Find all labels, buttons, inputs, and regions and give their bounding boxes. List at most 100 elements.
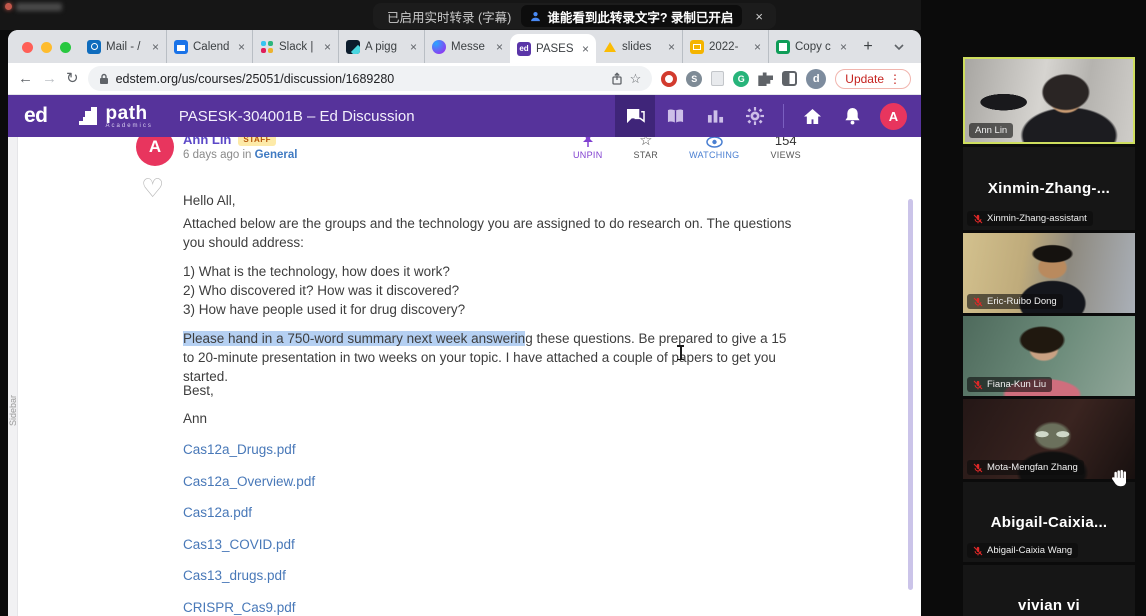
muted-mic-icon <box>973 463 983 473</box>
participant-tile-xinmin[interactable]: Xinmin-Zhang-... Xinmin-Zhang-assistant <box>963 147 1135 230</box>
sidebar-label: Sidebar <box>8 395 18 426</box>
slack-icon <box>260 40 274 54</box>
tab-slides-drive[interactable]: slides × <box>596 30 682 63</box>
attachment-link[interactable]: CRISPR_Cas9.pdf <box>183 598 795 616</box>
participant-tile-ann-lin[interactable]: Ann Lin <box>963 57 1135 144</box>
lessons-book-icon[interactable] <box>655 95 695 137</box>
instructions-paragraph: Please hand in a 750-word summary next w… <box>183 329 795 386</box>
update-button[interactable]: Update ⋮ <box>835 69 911 89</box>
close-icon[interactable]: × <box>840 40 847 54</box>
participant-tile-vivian[interactable]: vivian vi <box>963 565 1135 616</box>
close-icon[interactable]: × <box>752 9 766 24</box>
menu-dots-icon[interactable]: ⋮ <box>889 72 901 86</box>
attachment-link[interactable]: Cas13_COVID.pdf <box>183 535 795 554</box>
question-list: 1) What is the technology, how does it w… <box>183 262 795 319</box>
greeting-text: Hello All, <box>183 191 795 210</box>
participant-tile-mota[interactable]: Mota-Mengfan Zhang <box>963 399 1135 479</box>
extension-halftone-icon[interactable] <box>782 71 797 86</box>
name-label: Eric-Ruibo Dong <box>967 294 1063 309</box>
caption-message-text: 谁能看到此转录文字? 录制已开启 <box>547 7 733 26</box>
ed-header: ed path Academics PASESK-304001B – Ed Di… <box>8 95 921 137</box>
extension-s-icon[interactable]: S <box>686 71 702 87</box>
close-icon[interactable]: × <box>754 40 761 54</box>
page-scrollbar[interactable] <box>908 199 913 590</box>
discussion-icon[interactable] <box>615 95 655 137</box>
extension-red-icon[interactable] <box>661 71 677 87</box>
close-icon[interactable]: × <box>496 40 503 54</box>
browser-toolbar: ← → ↻ edstem.org/us/courses/25051/discus… <box>8 63 921 95</box>
browser-window: Mail - / × Calend × Slack | × A pigg × M… <box>8 30 921 616</box>
home-icon[interactable] <box>792 95 832 137</box>
close-icon[interactable]: × <box>410 40 417 54</box>
closing-text: Best, <box>183 381 795 400</box>
stairs-icon <box>76 104 100 128</box>
participant-tile-fiana[interactable]: Fiana-Kun Liu <box>963 316 1135 396</box>
ed-nav-icons: A <box>615 95 921 137</box>
google-slides-icon <box>690 40 704 54</box>
collapsed-sidebar[interactable]: Sidebar <box>8 137 18 616</box>
close-icon[interactable]: × <box>324 40 331 54</box>
share-icon[interactable] <box>611 72 623 86</box>
messenger-icon <box>432 40 446 54</box>
attachment-link[interactable]: Cas12a_Drugs.pdf <box>183 440 795 459</box>
minimize-window-button[interactable] <box>41 42 52 53</box>
participant-tile-abigail[interactable]: Abigail-Caixia... Abigail-Caixia Wang <box>963 482 1135 562</box>
tab-calendar[interactable]: Calend × <box>166 30 252 63</box>
path-academics-logo[interactable]: path Academics <box>76 104 153 129</box>
close-icon[interactable]: × <box>238 40 245 54</box>
close-icon[interactable]: × <box>582 42 589 56</box>
gear-icon[interactable] <box>735 95 775 137</box>
tab-slack[interactable]: Slack | × <box>252 30 338 63</box>
tab-search-chevron-icon[interactable] <box>893 38 905 56</box>
name-label: Ann Lin <box>969 123 1013 138</box>
live-caption-bar: 已启用实时转录 (字幕) 谁能看到此转录文字? 录制已开启 × <box>373 3 776 29</box>
tab-strip: Mail - / × Calend × Slack | × A pigg × M… <box>8 30 921 63</box>
intro-text: Attached below are the groups and the te… <box>183 214 795 252</box>
signature-text: Ann <box>183 409 795 428</box>
zoom-screen-share: 已启用实时转录 (字幕) 谁能看到此转录文字? 录制已开启 × Mail - /… <box>0 0 1146 616</box>
grammarly-icon[interactable]: G <box>733 71 749 87</box>
name-label: Mota-Mengfan Zhang <box>967 460 1084 475</box>
participant-tile-eric[interactable]: Eric-Ruibo Dong <box>963 233 1135 313</box>
zoom-menu-text <box>16 3 62 11</box>
user-avatar[interactable]: A <box>880 103 907 130</box>
tab-mail[interactable]: Mail - / × <box>80 30 166 63</box>
lock-icon <box>99 73 109 85</box>
course-title: PASESK-304001B – Ed Discussion <box>179 108 415 125</box>
tab-a-pigg[interactable]: A pigg × <box>338 30 424 63</box>
tab-ed-discussion-active[interactable]: ed PASES × <box>510 34 596 63</box>
close-window-button[interactable] <box>22 42 33 53</box>
tab-2022[interactable]: 2022- × <box>682 30 768 63</box>
attachment-link[interactable]: Cas12a_Overview.pdf <box>183 472 795 491</box>
back-icon[interactable]: ← <box>18 71 33 86</box>
caption-message: 谁能看到此转录文字? 录制已开启 <box>521 5 742 27</box>
new-tab-button[interactable]: + <box>854 30 882 63</box>
profile-avatar[interactable]: d <box>806 69 826 89</box>
extension-page-icon[interactable] <box>711 71 724 86</box>
forward-icon[interactable]: → <box>42 71 57 86</box>
ed-logo[interactable]: ed <box>24 104 48 128</box>
category-link[interactable]: General <box>255 149 298 161</box>
attachment-link[interactable]: Cas13_drugs.pdf <box>183 566 795 585</box>
notifications-bell-icon[interactable] <box>832 95 872 137</box>
tab-copy-sheet[interactable]: Copy c × <box>768 30 854 63</box>
extensions-puzzle-icon[interactable] <box>758 71 773 86</box>
window-controls[interactable] <box>22 42 71 53</box>
person-icon <box>530 11 541 22</box>
extensions-bar: S G d Update ⋮ <box>661 69 911 89</box>
question-1: 1) What is the technology, how does it w… <box>183 262 795 281</box>
attachment-link[interactable]: Cas12a.pdf <box>183 503 795 522</box>
post-meta: 6 days ago in General <box>183 149 297 161</box>
like-heart-icon[interactable]: ♡ <box>141 175 164 201</box>
question-3: 3) How have people used it for drug disc… <box>183 300 795 319</box>
tab-messenger[interactable]: Messe × <box>424 30 510 63</box>
bookmark-star-icon[interactable]: ☆ <box>630 71 642 87</box>
close-icon[interactable]: × <box>152 40 159 54</box>
zoom-window-button[interactable] <box>60 42 71 53</box>
address-bar[interactable]: edstem.org/us/courses/25051/discussion/1… <box>88 66 653 91</box>
analytics-chart-icon[interactable] <box>695 95 735 137</box>
site-icon <box>346 40 360 54</box>
close-icon[interactable]: × <box>668 40 675 54</box>
name-label: Fiana-Kun Liu <box>967 377 1052 392</box>
reload-icon[interactable]: ↻ <box>66 71 79 86</box>
